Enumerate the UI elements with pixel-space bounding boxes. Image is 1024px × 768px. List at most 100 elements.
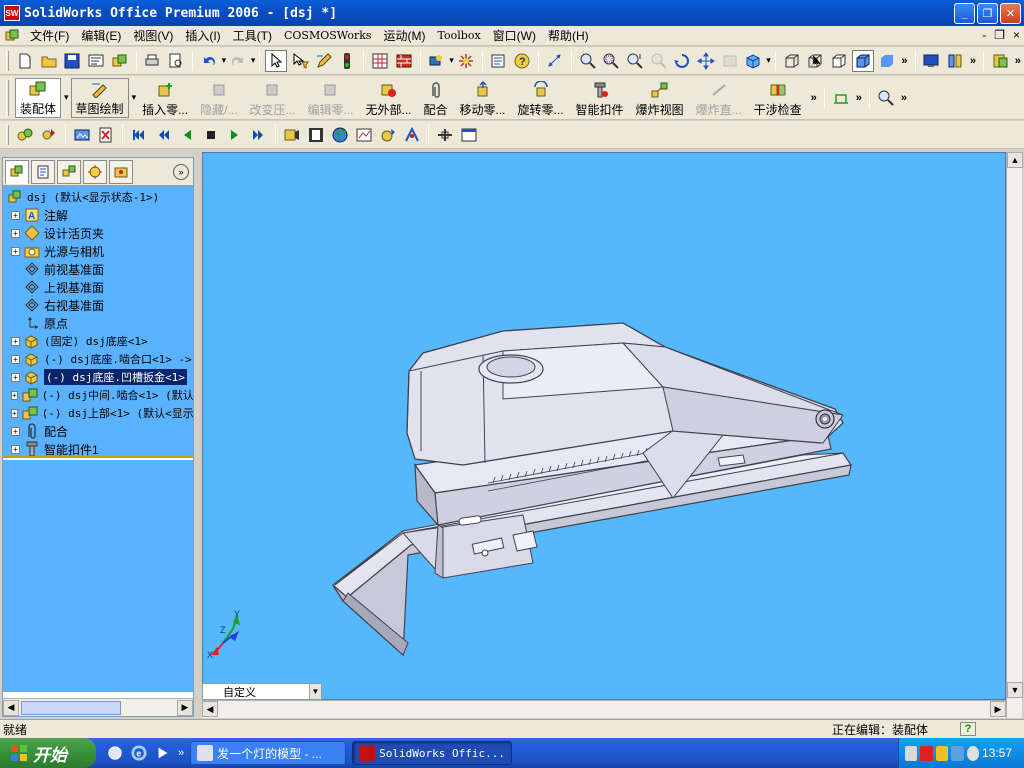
antivirus-icon[interactable] bbox=[920, 745, 933, 761]
taskbar-item-solidworks[interactable]: SolidWorks Offic... bbox=[352, 741, 513, 765]
hidden-lines-removed-icon[interactable] bbox=[828, 50, 850, 72]
tree-horizontal-scrollbar[interactable]: ◀ ▶ bbox=[3, 698, 193, 716]
zoom-to-selection-icon[interactable] bbox=[648, 50, 670, 72]
tree-item[interactable]: 上视基准面 bbox=[3, 278, 193, 296]
make-drawing-icon[interactable] bbox=[85, 50, 107, 72]
doc-restore-button[interactable]: ❐ bbox=[994, 28, 1005, 42]
interference-detection-button[interactable]: 干涉检查 bbox=[750, 78, 806, 118]
undo-icon[interactable] bbox=[198, 50, 220, 72]
assembly-toolbar-more-icon[interactable]: » bbox=[811, 92, 817, 104]
expand-icon[interactable]: + bbox=[11, 390, 18, 400]
expand-icon[interactable]: + bbox=[11, 336, 20, 346]
toolbar-grip[interactable] bbox=[6, 50, 9, 71]
expand-icon[interactable]: + bbox=[11, 444, 20, 454]
close-button[interactable]: ✕ bbox=[1000, 3, 1021, 24]
appearance-icon[interactable] bbox=[426, 50, 448, 72]
display-pane-icon[interactable] bbox=[921, 50, 943, 72]
rotate-view-icon[interactable] bbox=[671, 50, 693, 72]
menu-tools[interactable]: 工具(T) bbox=[227, 27, 278, 44]
edit-component-button[interactable]: 编辑零... bbox=[303, 78, 357, 118]
simulation-icon[interactable] bbox=[353, 124, 375, 146]
graphics-vertical-scrollbar[interactable]: ▲ ▼ bbox=[1006, 152, 1023, 718]
document-icon[interactable] bbox=[4, 28, 20, 44]
tree-item[interactable]: + (-) dsj底座.凹槽扳金<1> bbox=[3, 368, 193, 386]
smart-dimension-icon[interactable] bbox=[544, 50, 566, 72]
pan-icon[interactable] bbox=[695, 50, 717, 72]
tab-property-manager[interactable] bbox=[31, 159, 55, 184]
redo-dropdown-icon[interactable]: ▾ bbox=[251, 55, 256, 66]
play-from-start-icon[interactable] bbox=[128, 124, 150, 146]
tree-item[interactable]: 右视基准面 bbox=[3, 296, 193, 314]
graphics-scroll-left-icon[interactable]: ◀ bbox=[202, 701, 218, 717]
scroll-down-icon[interactable]: ▼ bbox=[1007, 682, 1023, 698]
menu-toolbox[interactable]: Toolbox bbox=[432, 29, 487, 42]
record-icon[interactable] bbox=[281, 124, 303, 146]
mate-button[interactable]: 配合 bbox=[420, 78, 452, 118]
menu-file[interactable]: 文件(F) bbox=[24, 27, 75, 44]
scroll-thumb[interactable] bbox=[21, 700, 121, 715]
view-3d-icon[interactable] bbox=[719, 50, 741, 72]
properties-icon[interactable] bbox=[488, 50, 510, 72]
tree-item[interactable]: 原点 bbox=[3, 314, 193, 332]
start-button[interactable]: 开始 bbox=[0, 738, 96, 768]
view-orientation-icon[interactable] bbox=[743, 50, 765, 72]
sketch-pencil-icon[interactable] bbox=[313, 50, 335, 72]
sketch-button[interactable]: 草图绘制 bbox=[70, 77, 129, 118]
toolbar-more-3-icon[interactable]: » bbox=[1015, 55, 1021, 67]
help-icon[interactable]: ? bbox=[511, 50, 533, 72]
menu-edit[interactable]: 编辑(E) bbox=[75, 27, 127, 44]
keyboard-icon[interactable] bbox=[905, 745, 918, 761]
section-view-icon[interactable] bbox=[944, 50, 966, 72]
rewind-icon[interactable] bbox=[152, 124, 174, 146]
network-icon[interactable] bbox=[951, 745, 964, 761]
delete-animation-icon[interactable] bbox=[95, 124, 117, 146]
tree-item[interactable]: + (-) dsj底座.啮合口<1> -> bbox=[3, 350, 193, 368]
zoom-to-area-icon[interactable] bbox=[600, 50, 622, 72]
globe-icon[interactable] bbox=[329, 124, 351, 146]
mate-reference-icon[interactable] bbox=[14, 124, 36, 146]
expand-icon[interactable]: + bbox=[11, 408, 18, 418]
taskbar-item-lamp-model[interactable]: 发一个灯的模型 - ... bbox=[190, 741, 347, 765]
menu-view[interactable]: 视图(V) bbox=[127, 27, 179, 44]
title-bar[interactable]: SW SolidWorks Office Premium 2006 - [dsj… bbox=[0, 0, 1024, 26]
stapler-model[interactable]: Y Z X bbox=[203, 153, 1006, 700]
tab-feature-manager[interactable] bbox=[5, 159, 29, 184]
rebuild-traffic-light-icon[interactable] bbox=[337, 50, 359, 72]
graphics-area[interactable]: Y Z X bbox=[202, 152, 1006, 700]
zoom-in-out-icon[interactable] bbox=[624, 50, 646, 72]
no-external-refs-button[interactable]: 无外部... bbox=[361, 78, 415, 118]
select-arrow-icon[interactable] bbox=[265, 49, 288, 72]
sketch-relations-icon[interactable] bbox=[830, 87, 852, 109]
physical-simulation-icon[interactable] bbox=[401, 124, 423, 146]
menu-insert[interactable]: 插入(I) bbox=[179, 27, 226, 44]
save-animation-icon[interactable] bbox=[305, 124, 327, 146]
doc-minimize-button[interactable]: - bbox=[982, 28, 986, 42]
quick-launch-more-icon[interactable]: » bbox=[178, 747, 184, 759]
select-filter-icon[interactable] bbox=[289, 50, 311, 72]
assembly-dropdown-icon[interactable]: ▾ bbox=[64, 92, 69, 103]
tree-item[interactable]: dsj (默认<显示状态-1>) bbox=[3, 188, 193, 206]
tree-item[interactable]: + 光源与相机 bbox=[3, 242, 193, 260]
search-icon[interactable] bbox=[875, 87, 897, 109]
expand-icon[interactable]: + bbox=[11, 426, 20, 436]
expand-icon[interactable]: + bbox=[11, 246, 20, 256]
open-folder-icon[interactable] bbox=[38, 50, 60, 72]
new-document-icon[interactable] bbox=[14, 50, 36, 72]
menu-motion[interactable]: 运动(M) bbox=[378, 27, 432, 44]
tree-item[interactable]: + 配合 bbox=[3, 422, 193, 440]
appearance-dropdown-icon[interactable]: ▾ bbox=[449, 55, 454, 66]
explode-line-sketch-button[interactable]: 爆炸直... bbox=[692, 78, 746, 118]
save-icon[interactable] bbox=[61, 50, 83, 72]
tree-item[interactable]: + A 注解 bbox=[3, 206, 193, 224]
menu-cosmosworks[interactable]: COSMOSWorks bbox=[278, 29, 378, 42]
wireframe-icon[interactable] bbox=[781, 50, 803, 72]
photoworks-icon[interactable] bbox=[455, 50, 477, 72]
tree-item[interactable]: 前视基准面 bbox=[3, 260, 193, 278]
quick-tips-icon[interactable]: ? bbox=[960, 722, 976, 736]
restore-button[interactable]: ❐ bbox=[977, 3, 998, 24]
view-orientation-dropdown-icon[interactable]: ▾ bbox=[766, 55, 771, 66]
settings-gear-icon[interactable] bbox=[966, 745, 979, 761]
shaded-icon[interactable] bbox=[876, 50, 898, 72]
window-layout-icon[interactable] bbox=[458, 124, 480, 146]
graphics-horizontal-scrollbar[interactable]: ◀ ▶ bbox=[202, 700, 1006, 718]
